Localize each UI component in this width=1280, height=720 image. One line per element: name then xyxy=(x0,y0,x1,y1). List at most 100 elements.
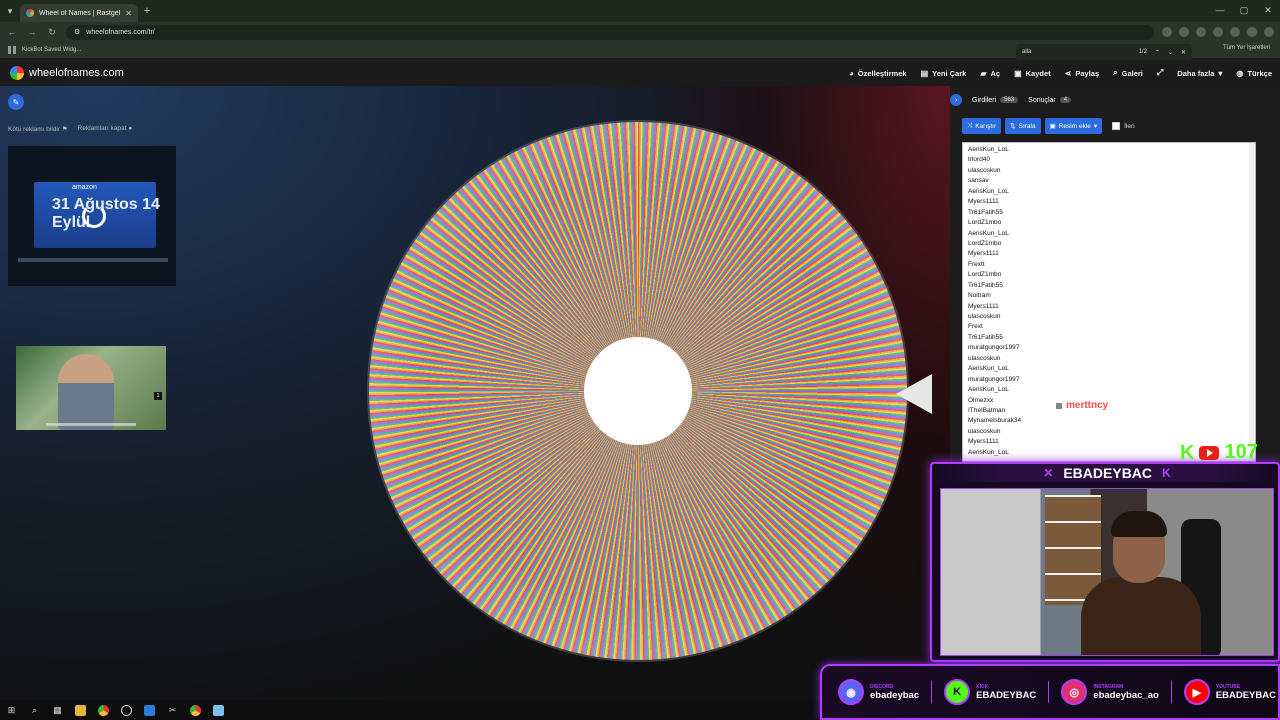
chrome-icon[interactable] xyxy=(190,704,201,716)
new-tab-icon[interactable]: + xyxy=(138,5,156,17)
task-view-icon[interactable]: ▦ xyxy=(52,705,63,716)
maximize-icon[interactable]: ▢ xyxy=(1232,0,1256,22)
site-info-icon[interactable]: ⚙ xyxy=(74,28,80,36)
find-prev-icon[interactable]: ⌃ xyxy=(1155,49,1160,56)
logo-text: wheelofnames.com xyxy=(29,67,124,79)
close-tab-icon[interactable]: ✕ xyxy=(125,9,132,18)
tab-entries[interactable]: Girdileri 563 xyxy=(972,97,1019,104)
entry-line[interactable]: LordZ1mbo xyxy=(968,270,1250,280)
start-icon[interactable]: ⊞ xyxy=(6,705,17,716)
ad-video[interactable]: 1 xyxy=(16,346,166,430)
entry-line[interactable]: muratgungor1997 xyxy=(968,343,1250,353)
obs-icon[interactable] xyxy=(121,704,132,716)
close-ads-link[interactable]: Reklamları kapat ● xyxy=(78,125,133,133)
star-icon[interactable] xyxy=(1196,27,1206,37)
search-icon[interactable]: ⌕ xyxy=(29,705,40,716)
entry-line[interactable]: AerisKun_LoL xyxy=(968,364,1250,374)
close-window-icon[interactable]: ✕ xyxy=(1256,0,1280,22)
shuffle-button[interactable]: ⤨ Karıştır xyxy=(962,118,1002,134)
entries-textarea[interactable]: AerisKun_LoL trlord40 ulascoskun sansav Aeri… xyxy=(962,142,1256,462)
ad-person-image xyxy=(58,354,114,430)
chrome-icon[interactable] xyxy=(98,704,109,716)
add-image-button[interactable]: ▣ Resim ekle ▾ xyxy=(1044,118,1103,134)
cast-icon[interactable] xyxy=(1179,27,1189,37)
window-controls: — ▢ ✕ xyxy=(1208,0,1280,22)
entry-line[interactable]: Frextt xyxy=(968,260,1250,270)
edit-pencil-icon[interactable]: ✎ xyxy=(8,94,24,110)
find-input[interactable]: alla xyxy=(1022,49,1131,55)
menu-open[interactable]: ▰ Aç xyxy=(980,69,1000,78)
bookmark-item[interactable]: KickBot Saved Widg... xyxy=(22,47,81,53)
tab-results[interactable]: Sonuçlar 4 xyxy=(1028,97,1072,104)
entry-line[interactable]: Frext xyxy=(968,322,1250,332)
sort-icon: ⇅ xyxy=(1010,123,1016,130)
entry-line[interactable]: sansav xyxy=(968,176,1250,186)
capcut-icon[interactable]: ✂ xyxy=(167,705,178,716)
menu-gallery[interactable]: ⌕ Galeri xyxy=(1113,68,1143,78)
tab-search-icon[interactable]: ▾ xyxy=(0,0,20,22)
entry-line[interactable]: ulascoskun xyxy=(968,312,1250,322)
find-next-icon[interactable]: ⌄ xyxy=(1168,49,1173,56)
menu-share[interactable]: ⋖ Paylaş xyxy=(1065,69,1099,78)
entry-line[interactable]: Myers1111 xyxy=(968,302,1250,312)
file-icon: ▤ xyxy=(920,68,929,78)
entry-line[interactable]: Tr61Fatih55 xyxy=(968,281,1250,291)
menu-customize[interactable]: ◕ Özelleştirmek xyxy=(849,69,907,78)
entry-line[interactable]: AerisKun_LoL xyxy=(968,145,1250,155)
entry-line[interactable]: AerisKun_LoL xyxy=(968,187,1250,197)
ad-banner-amazon[interactable]: amazon 31 Ağustos 14 Eylül xyxy=(8,146,176,286)
browser-tab[interactable]: Wheel of Names | Rastgele ad s... ✕ xyxy=(20,4,138,22)
app-icon[interactable] xyxy=(144,704,155,716)
menu-language[interactable]: ◍ Türkçe xyxy=(1236,69,1272,78)
profile-avatar[interactable] xyxy=(1247,27,1257,37)
back-icon[interactable]: ← xyxy=(6,27,18,37)
entry-line[interactable]: muratgungor1997 xyxy=(968,375,1250,385)
entry-line[interactable]: Noitram xyxy=(968,291,1250,301)
name-wheel[interactable] xyxy=(369,122,907,660)
divider xyxy=(1048,681,1050,703)
forward-icon[interactable]: → xyxy=(26,27,38,37)
download-icon[interactable] xyxy=(1230,27,1240,37)
sort-button[interactable]: ⇅ Sırala xyxy=(1005,118,1041,134)
kebab-menu-icon[interactable] xyxy=(1264,27,1274,37)
entries-scrollbar[interactable] xyxy=(1249,143,1255,461)
entry-line[interactable]: LordZ1mbo xyxy=(968,218,1250,228)
reload-icon[interactable]: ↻ xyxy=(46,27,58,38)
collapse-panel-icon[interactable]: › xyxy=(950,94,962,106)
app-icon[interactable] xyxy=(213,704,224,716)
report-ad-link[interactable]: Kötü reklamı bildir ⚑ xyxy=(8,125,68,133)
entry-line[interactable]: ulascoskun xyxy=(968,166,1250,176)
channel-name: EBADEYBAC xyxy=(1063,465,1153,481)
entry-line[interactable]: AerisKun_LoL xyxy=(968,385,1250,395)
all-bookmarks[interactable]: Tüm Yer İşaretleri xyxy=(1223,45,1270,51)
entry-line[interactable]: AerisKun_LoL xyxy=(968,229,1250,239)
entry-line[interactable]: Myers1111 xyxy=(968,249,1250,259)
minimize-icon[interactable]: — xyxy=(1208,0,1232,22)
apps-icon[interactable] xyxy=(8,46,16,54)
site-logo[interactable]: wheelofnames.com xyxy=(10,66,124,80)
entry-line[interactable]: LordZ1mbo xyxy=(968,239,1250,249)
close-icon: ✕ xyxy=(1043,466,1054,480)
site-header: wheelofnames.com ◕ Özelleştirmek ▤ Yeni Ça… xyxy=(0,60,1280,86)
entry-line[interactable]: Tr61Fatih55 xyxy=(968,208,1250,218)
wheel-center[interactable] xyxy=(584,337,692,445)
advanced-checkbox[interactable]: İleri xyxy=(1112,122,1135,130)
entry-line[interactable]: Mynameisburak34 xyxy=(968,416,1250,426)
find-close-icon[interactable]: ✕ xyxy=(1181,49,1186,56)
extensions-icon[interactable] xyxy=(1213,27,1223,37)
replay-icon[interactable] xyxy=(82,204,106,228)
entry-line[interactable]: Myers1111 xyxy=(968,197,1250,207)
menu-new-wheel[interactable]: ▤ Yeni Çark xyxy=(921,69,967,78)
entry-line[interactable]: Tr61Fatih55 xyxy=(968,333,1250,343)
checkbox-box[interactable] xyxy=(1112,122,1121,130)
menu-fullscreen[interactable]: ⤢ xyxy=(1157,68,1163,78)
translate-icon[interactable] xyxy=(1162,27,1172,37)
entry-line[interactable]: ulascoskun xyxy=(968,354,1250,364)
entry-line[interactable]: ulascoskun xyxy=(968,427,1250,437)
address-bar[interactable]: ⚙ wheelofnames.com/tr/ xyxy=(66,24,1154,40)
entry-line[interactable]: trlord40 xyxy=(968,155,1250,165)
menu-more[interactable]: Daha fazla ▾ xyxy=(1177,69,1222,78)
file-explorer-icon[interactable] xyxy=(75,704,86,716)
menu-save[interactable]: ▣ Kaydet xyxy=(1014,69,1051,78)
image-icon: ▣ xyxy=(1049,123,1056,130)
